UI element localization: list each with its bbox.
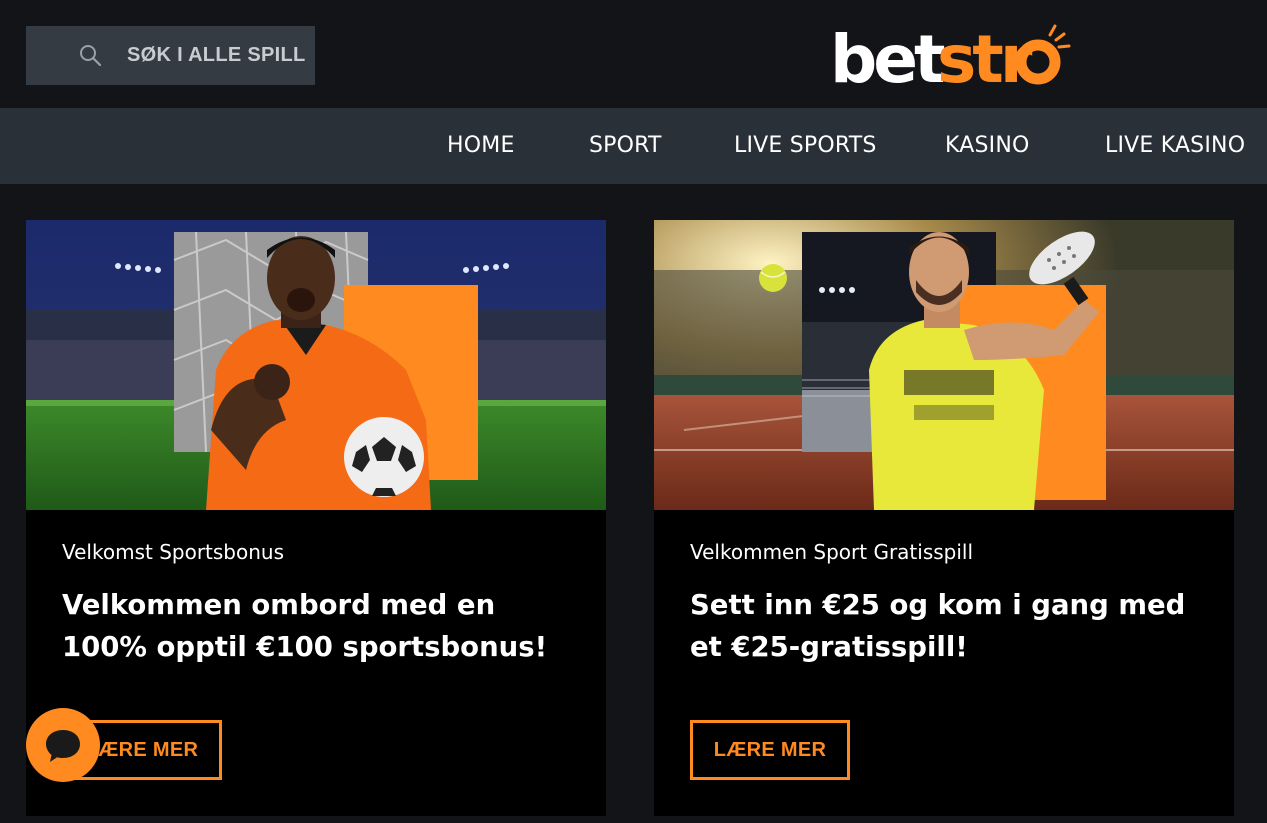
nav-kasino[interactable]: KASINO [945, 108, 1030, 184]
betstro-logo[interactable]: bet str [828, 18, 1078, 90]
promo-card-sportsbonus: Velkomst Sportsbonus Velkommen ombord me… [26, 220, 606, 816]
chat-bubble-icon [46, 730, 80, 762]
nav-home[interactable]: HOME [447, 108, 515, 184]
promo-subtitle: Velkommen Sport Gratisspill [690, 540, 974, 564]
search-box[interactable]: SØK I ALLE SPILL [26, 26, 315, 85]
football-player-image[interactable] [26, 220, 606, 510]
promo-card-gratisspill: Velkommen Sport Gratisspill Sett inn €25… [654, 220, 1234, 816]
tennis-player-image[interactable] [654, 220, 1234, 510]
promo-subtitle: Velkomst Sportsbonus [62, 540, 285, 564]
nav-live-kasino[interactable]: LIVE KASINO [1105, 108, 1245, 184]
nav-live-sports[interactable]: LIVE SPORTS [734, 108, 877, 184]
svg-text:bet: bet [830, 21, 945, 90]
search-icon [80, 45, 102, 67]
search-placeholder[interactable]: SØK I ALLE SPILL [127, 26, 306, 85]
nav-sport[interactable]: SPORT [589, 108, 662, 184]
main-nav: HOME SPORT LIVE SPORTS KASINO LIVE KASIN… [0, 108, 1267, 184]
promo-headline: Velkommen ombord med en 100% opptil €100… [62, 589, 548, 663]
top-bar: SØK I ALLE SPILL bet str [0, 0, 1267, 108]
learn-more-button[interactable]: LÆRE MER [690, 720, 850, 780]
chat-button[interactable] [26, 708, 100, 782]
promo-headline: Sett inn €25 og kom i gang med et €25-gr… [690, 589, 1186, 663]
